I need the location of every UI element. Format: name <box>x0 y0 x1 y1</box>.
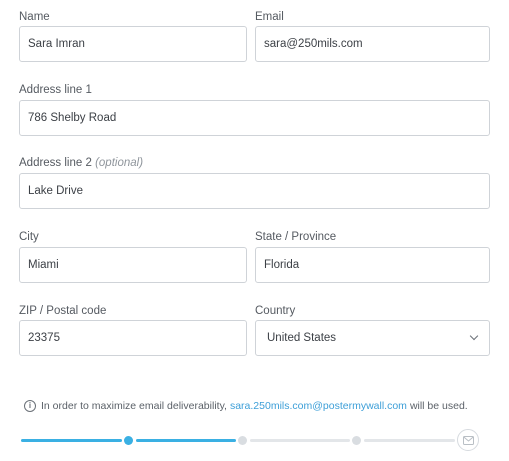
progress-final-step <box>457 429 479 451</box>
city-field[interactable] <box>19 247 247 283</box>
address-line-2-label-text: Address line 2 <box>19 157 92 169</box>
address-line-1-label: Address line 1 <box>19 84 92 96</box>
zip-label: ZIP / Postal code <box>19 305 107 317</box>
address-form: Name Email Address line 1 Address line 2… <box>0 0 509 461</box>
progress-segment-2 <box>136 439 236 442</box>
notice-suffix: will be used. <box>409 400 468 412</box>
info-icon: i <box>24 400 36 412</box>
progress-step-2 <box>238 436 247 445</box>
progress-segment-1 <box>21 439 122 442</box>
address-line-1-field[interactable] <box>19 100 490 136</box>
country-label: Country <box>255 305 296 317</box>
chevron-down-icon <box>469 331 479 341</box>
country-value: United States <box>267 332 337 344</box>
address-line-2-field[interactable] <box>19 173 490 209</box>
notice-email-link[interactable]: sara.250mils.com@postermywall.com <box>230 400 407 412</box>
zip-field[interactable] <box>19 320 247 356</box>
optional-hint: (optional) <box>95 157 144 169</box>
notice-prefix: In order to maximize email deliverabilit… <box>41 400 227 412</box>
email-field[interactable] <box>255 26 490 62</box>
address-line-2-label: Address line 2 (optional) <box>19 156 143 170</box>
progress-stepper <box>0 428 509 452</box>
progress-step-1 <box>124 436 133 445</box>
progress-segment-3 <box>250 439 350 442</box>
city-label: City <box>19 231 39 243</box>
email-label: Email <box>255 11 284 23</box>
name-label: Name <box>19 11 50 23</box>
name-field[interactable] <box>19 26 247 62</box>
state-label: State / Province <box>255 231 337 243</box>
country-select[interactable]: United States <box>255 320 490 356</box>
deliverability-notice: i In order to maximize email deliverabil… <box>24 400 468 412</box>
progress-segment-4 <box>364 439 455 442</box>
state-field[interactable] <box>255 247 490 283</box>
progress-step-3 <box>352 436 361 445</box>
mail-icon <box>462 435 474 445</box>
